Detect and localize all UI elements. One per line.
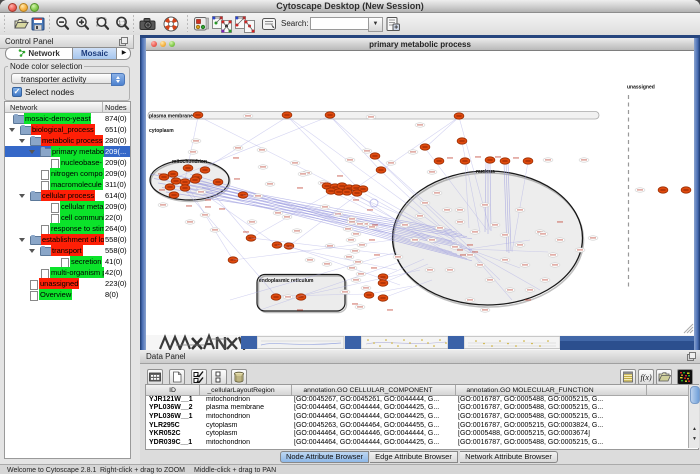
svg-text:mitochondrion: mitochondrion: [172, 159, 207, 165]
svg-text:f(x): f(x): [641, 373, 652, 382]
svg-text:unassigned: unassigned: [627, 85, 655, 91]
svg-text:plasma membrane: plasma membrane: [149, 114, 193, 120]
svg-text:cytoplasm: cytoplasm: [149, 128, 174, 134]
svg-text:endoplasmic reticulum: endoplasmic reticulum: [259, 278, 314, 284]
